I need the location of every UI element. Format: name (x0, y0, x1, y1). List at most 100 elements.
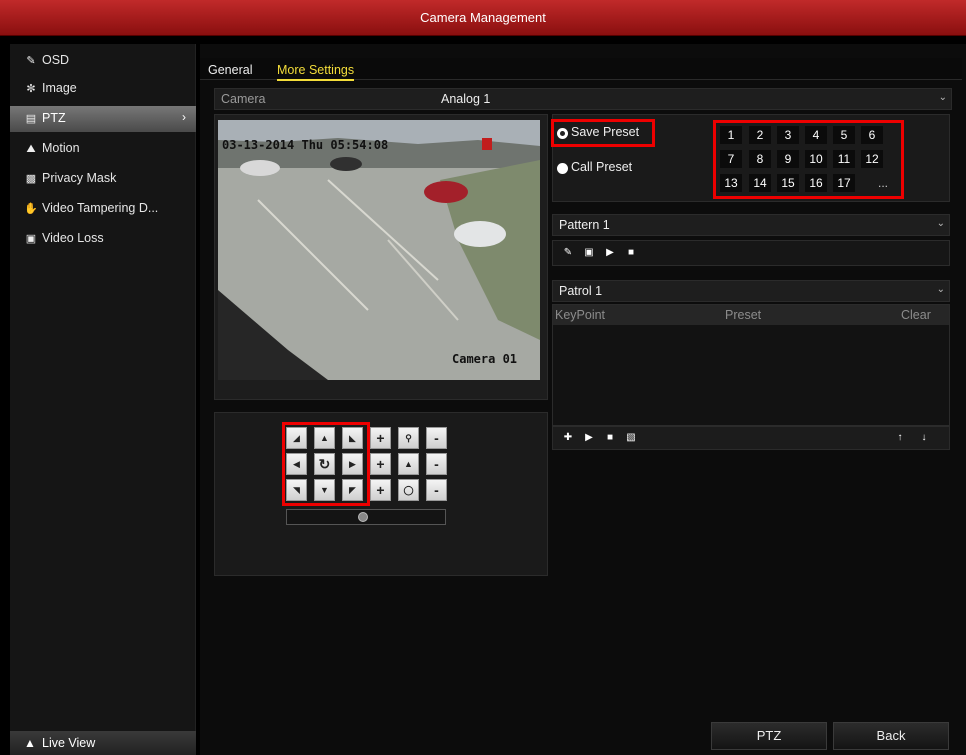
column-keypoint: KeyPoint (555, 308, 606, 322)
focus-far-button[interactable]: - (426, 453, 447, 475)
preset-1-button[interactable]: 1 (720, 126, 742, 144)
pan-up-button[interactable]: ▲ (314, 427, 335, 449)
sidebar-item-video-tampering[interactable]: ✋ Video Tampering D... (10, 196, 196, 222)
image-icon: ✼ (26, 83, 36, 95)
sidebar-item-osd[interactable]: ✎ OSD (10, 48, 196, 74)
pan-down-button[interactable]: ▼ (314, 479, 335, 501)
play-patrol-icon[interactable]: ▶ (582, 431, 596, 445)
preset-14-button[interactable]: 14 (749, 174, 771, 192)
sidebar-item-label: Video Tampering D... (42, 201, 159, 215)
iris-open-button[interactable]: + (370, 479, 391, 501)
chevron-right-icon: › (182, 110, 186, 124)
preset-10-button[interactable]: 10 (805, 150, 827, 168)
ptz-icon: ▤ (25, 113, 37, 125)
pan-left-button[interactable]: ◀ (286, 453, 307, 475)
edit-pattern-icon[interactable]: ✎ (561, 246, 575, 260)
privacy-mask-icon: ▩ (25, 173, 37, 185)
sidebar-item-label: Image (42, 81, 77, 95)
tab-general[interactable]: General (208, 63, 252, 77)
stop-pattern-icon[interactable]: ■ (624, 246, 638, 260)
pattern-value: Pattern 1 (559, 218, 610, 232)
move-up-icon[interactable]: ↑ (893, 431, 907, 445)
zoom-in-button[interactable]: + (370, 427, 391, 449)
patrol-keypoint-table: KeyPoint Preset Clear (552, 304, 950, 426)
camera-label: Camera (221, 92, 266, 106)
iris-icon: ◯ (398, 479, 419, 501)
sidebar-item-ptz[interactable]: ▤ PTZ › (10, 106, 196, 132)
ptz-speed-slider[interactable] (286, 509, 446, 525)
preset-11-button[interactable]: 11 (833, 150, 855, 168)
save-preset-radio[interactable] (557, 128, 568, 139)
pattern-select[interactable]: Pattern 1 ⌄ (552, 214, 950, 236)
patrol-value: Patrol 1 (559, 284, 603, 298)
sidebar-item-motion[interactable]: ⛰ Motion (10, 136, 196, 162)
preset-13-button[interactable]: 13 (720, 174, 742, 192)
live-view-button[interactable]: ▲ Live View (10, 731, 196, 755)
column-clear: Clear (901, 308, 931, 322)
call-preset-radio[interactable] (557, 163, 568, 174)
preset-5-button[interactable]: 5 (833, 126, 855, 144)
pattern-toolbar: ✎ ▣ ▶ ■ (552, 240, 950, 266)
preset-16-button[interactable]: 16 (805, 174, 827, 192)
pan-right-button[interactable]: ▶ (342, 453, 363, 475)
sidebar-item-label: Motion (42, 141, 80, 155)
save-pattern-icon[interactable]: ▣ (582, 246, 596, 260)
more-presets-button[interactable]: ... (872, 174, 894, 192)
preview-camera-name: Camera 01 (452, 352, 518, 366)
table-header: KeyPoint Preset Clear (553, 305, 949, 325)
tab-more-settings[interactable]: More Settings (277, 63, 355, 81)
pan-down-right-button[interactable]: ◤ (342, 479, 363, 501)
preset-15-button[interactable]: 15 (777, 174, 799, 192)
preset-2-button[interactable]: 2 (749, 126, 771, 144)
window-title: Camera Management (420, 10, 546, 25)
tab-bar: General More Settings (200, 58, 962, 81)
chevron-down-icon: ⌄ (936, 218, 945, 229)
preset-7-button[interactable]: 7 (720, 150, 742, 168)
back-button[interactable]: Back (833, 722, 949, 750)
focus-near-button[interactable]: + (370, 453, 391, 475)
sidebar: ✎ OSD ✼ Image ▤ PTZ › ⛰ Motion ▩ Privacy… (10, 44, 196, 755)
call-preset-label: Call Preset (571, 160, 633, 174)
pan-up-left-button[interactable]: ◢ (286, 427, 307, 449)
chevron-down-icon: ⌄ (938, 92, 947, 103)
patrol-select[interactable]: Patrol 1 ⌄ (552, 280, 950, 302)
home-icon: ▲ (24, 736, 36, 750)
preset-17-button[interactable]: 17 (833, 174, 855, 192)
preset-9-button[interactable]: 9 (777, 150, 799, 168)
sidebar-item-label: OSD (42, 53, 70, 67)
add-keypoint-icon[interactable]: ✚ (561, 431, 575, 445)
delete-keypoint-icon[interactable]: ▧ (624, 431, 638, 445)
pan-up-right-button[interactable]: ◣ (342, 427, 363, 449)
preset-8-button[interactable]: 8 (749, 150, 771, 168)
preset-12-button[interactable]: 12 (861, 150, 883, 168)
camera-scene (218, 120, 540, 380)
zoom-out-button[interactable]: - (426, 427, 447, 449)
zoom-icon: ⚲ (398, 427, 419, 449)
preset-4-button[interactable]: 4 (805, 126, 827, 144)
iris-close-button[interactable]: - (426, 479, 447, 501)
preview-timestamp: 03-13-2014 Thu 05:54:08 (222, 138, 389, 152)
preset-3-button[interactable]: 3 (777, 126, 799, 144)
slider-handle[interactable] (358, 512, 368, 522)
column-preset: Preset (725, 308, 762, 322)
video-tampering-icon: ✋ (24, 203, 38, 215)
camera-select[interactable]: Camera Analog 1 ⌄ (214, 88, 952, 110)
camera-value: Analog 1 (441, 92, 491, 106)
live-view-label: Live View (42, 736, 96, 750)
preset-6-button[interactable]: 6 (861, 126, 883, 144)
sidebar-item-privacy-mask[interactable]: ▩ Privacy Mask (10, 166, 196, 192)
ptz-button[interactable]: PTZ (711, 722, 827, 750)
title-bar: Camera Management (0, 0, 966, 36)
chevron-down-icon: ⌄ (936, 284, 945, 295)
sidebar-item-video-loss[interactable]: ▣ Video Loss (10, 226, 196, 252)
sidebar-item-image[interactable]: ✼ Image (10, 76, 196, 102)
focus-icon: ▲ (398, 453, 419, 475)
move-down-icon[interactable]: ↓ (917, 431, 931, 445)
camera-preview: 03-13-2014 Thu 05:54:08 Camera 01 (218, 120, 540, 380)
osd-icon: ✎ (26, 55, 36, 67)
auto-scan-button[interactable]: ↻ (314, 453, 335, 475)
stop-patrol-icon[interactable]: ■ (603, 431, 617, 445)
pan-down-left-button[interactable]: ◥ (286, 479, 307, 501)
patrol-toolbar: ✚ ▶ ■ ▧ ↑ ↓ (552, 426, 950, 450)
play-pattern-icon[interactable]: ▶ (603, 246, 617, 260)
